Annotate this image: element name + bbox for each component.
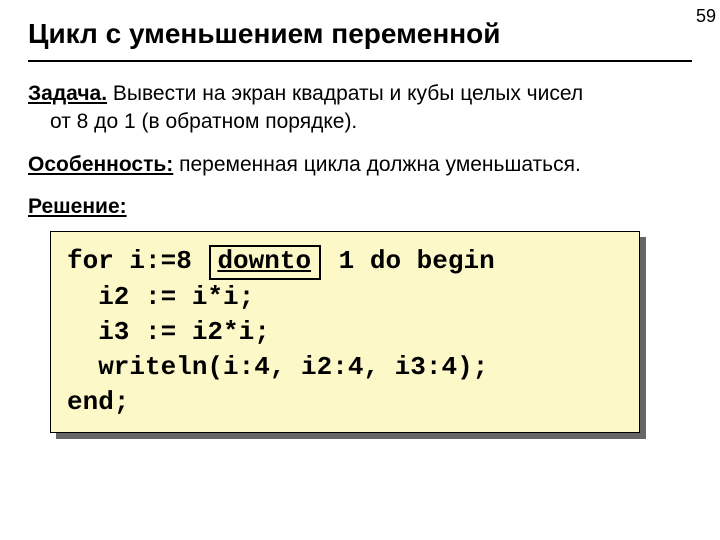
feature-paragraph: Особенность: переменная цикла должна уме…: [28, 151, 692, 179]
solution-label: Решение:: [28, 195, 127, 218]
task-label: Задача.: [28, 82, 107, 105]
code-line4: writeln(i:4, i2:4, i3:4);: [67, 352, 488, 382]
downto-keyword-box: downto: [209, 245, 321, 280]
page-title: Цикл с уменьшением переменной: [28, 18, 692, 62]
task-text-line2: от 8 до 1 (в обратном порядке).: [28, 108, 692, 136]
feature-text: переменная цикла должна уменьшаться.: [173, 153, 581, 176]
task-paragraph: Задача. Вывести на экран квадраты и кубы…: [28, 80, 692, 137]
code-line1-b: 1 do begin: [323, 246, 495, 276]
solution-paragraph: Решение:: [28, 193, 692, 221]
task-text-line1: Вывести на экран квадраты и кубы целых ч…: [107, 82, 583, 105]
code-block: for i:=8 downto 1 do begin i2 := i*i; i3…: [50, 231, 640, 433]
code-line3: i3 := i2*i;: [67, 317, 270, 347]
code-line2: i2 := i*i;: [67, 282, 254, 312]
feature-label: Особенность:: [28, 153, 173, 176]
code-line1-a: for i:=8: [67, 246, 207, 276]
code-block-wrap: for i:=8 downto 1 do begin i2 := i*i; i3…: [50, 231, 640, 433]
code-line5: end;: [67, 387, 129, 417]
page-number: 59: [696, 6, 716, 27]
